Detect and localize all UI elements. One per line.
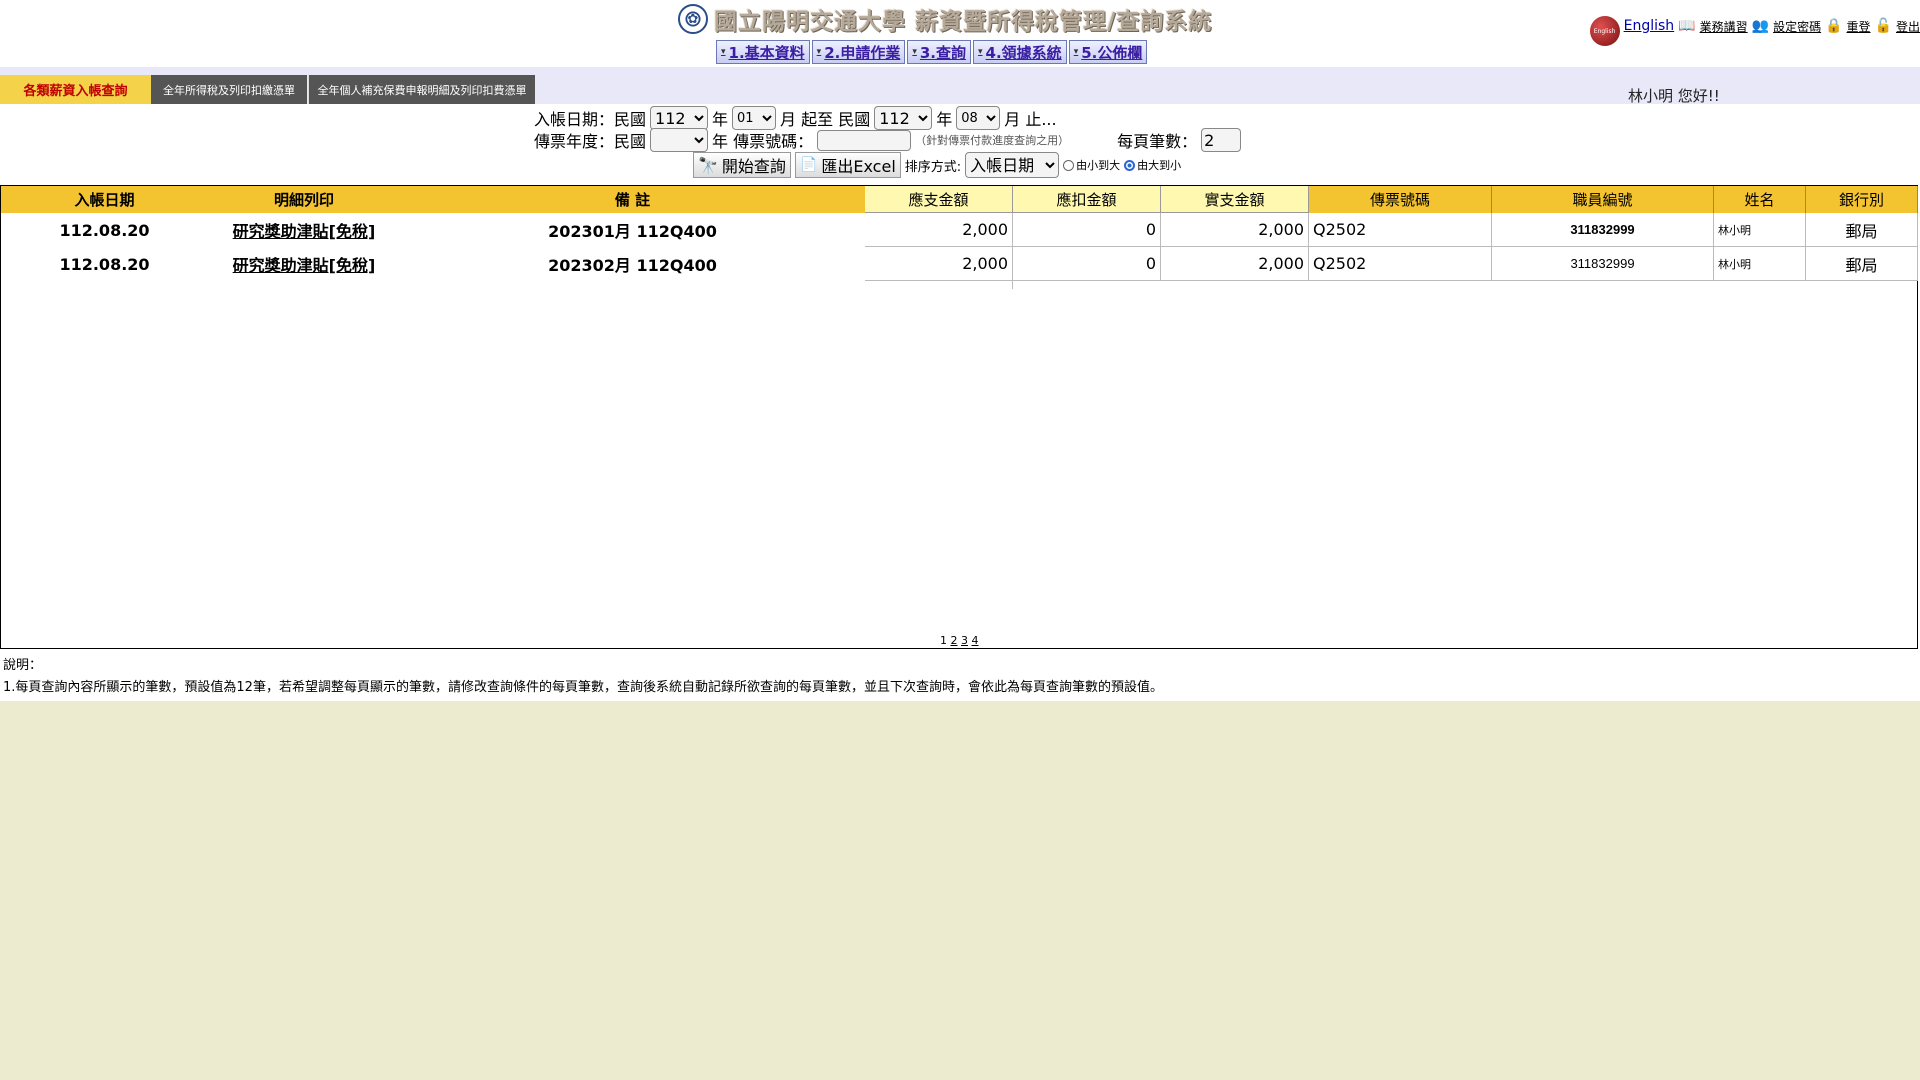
voucher-year-label: 傳票年度：民國 bbox=[534, 132, 647, 151]
main-nav: ▾ 1.基本資料 ▾ 2.申請作業 ▾ 3.查詢 ▾ 4.領據系統 ▾ 5.公佈欄 bbox=[716, 40, 1148, 64]
voucher-year-select[interactable] bbox=[650, 128, 709, 152]
nav-basic-info[interactable]: ▾ 1.基本資料 bbox=[716, 40, 810, 64]
sort-desc-radio[interactable]: 由大到小 bbox=[1124, 157, 1181, 173]
user-greeting: 林小明 您好!! bbox=[1628, 87, 1720, 105]
pager-link-4[interactable]: 4 bbox=[972, 634, 979, 647]
col-header-bank: 銀行別 bbox=[1806, 186, 1918, 213]
year-label-2: 年 bbox=[936, 110, 953, 129]
pager: 1 2 3 4 bbox=[940, 634, 979, 647]
to-year-select[interactable]: 112 bbox=[874, 106, 933, 130]
voucher-row: 傳票年度：民國 年 傳票號碼： （針對傳票付款進度查詢之用） 每頁筆數： bbox=[534, 128, 1242, 152]
table-row-staff-id: 311832999 bbox=[1492, 213, 1714, 247]
column-divider bbox=[1012, 281, 1013, 289]
chevron-down-icon: ▾ bbox=[721, 47, 726, 57]
col-header-actual: 實支金額 bbox=[1161, 186, 1309, 213]
system-title: ✿ 國立陽明交通大學 薪資暨所得稅管理/查詢系統 bbox=[678, 4, 1213, 35]
month-to-label: 月 起至 民國 bbox=[780, 110, 871, 129]
book-icon: 📖 bbox=[1678, 18, 1696, 34]
unlock-icon: 🔓 bbox=[1874, 18, 1892, 34]
notes-title: 說明： bbox=[3, 658, 43, 673]
tab-supplementary-premium[interactable]: 全年個人補充保費申報明細及列印扣費憑單 bbox=[308, 75, 535, 104]
nav-application[interactable]: ▾ 2.申請作業 bbox=[811, 40, 906, 64]
export-excel-button[interactable]: 📄 匯出Excel bbox=[794, 152, 901, 178]
nav-query[interactable]: ▾ 3.查詢 bbox=[907, 40, 972, 64]
col-header-staff-id: 職員編號 bbox=[1492, 186, 1714, 213]
notes-line-1: 1.每頁查詢內容所顯示的筆數，預設值為12筆，若希望調整每頁顯示的筆數，請修改查… bbox=[3, 680, 1163, 695]
year-label: 年 bbox=[712, 110, 729, 129]
university-logo-icon: ✿ bbox=[678, 4, 708, 34]
entry-date-row: 入帳日期：民國 112 年 01 月 起至 民國 112 年 08 月 止... bbox=[534, 106, 1057, 130]
col-header-voucher: 傳票號碼 bbox=[1309, 186, 1492, 213]
table-row-bank: 郵局 bbox=[1806, 213, 1918, 247]
lock-icon: 🔒 bbox=[1825, 18, 1843, 34]
table-row-staff-id: 311832999 bbox=[1492, 247, 1714, 281]
to-month-select[interactable]: 08 bbox=[956, 106, 1001, 130]
table-row-payable: 2,000 bbox=[865, 213, 1013, 247]
chevron-down-icon: ▾ bbox=[816, 47, 822, 57]
table-row-name: 林小明 bbox=[1714, 213, 1806, 247]
col-header-payable: 應支金額 bbox=[865, 186, 1013, 213]
table-row-name: 林小明 bbox=[1714, 247, 1806, 281]
system-title-text: 國立陽明交通大學 薪資暨所得稅管理/查詢系統 bbox=[714, 9, 1213, 35]
chevron-down-icon: ▾ bbox=[978, 47, 983, 57]
notes: 說明： 1.每頁查詢內容所顯示的筆數，預設值為12筆，若希望調整每頁顯示的筆數，… bbox=[3, 655, 1163, 699]
sort-by-select[interactable]: 入帳日期 bbox=[965, 152, 1060, 178]
col-header-detail: 明細列印 bbox=[208, 186, 400, 213]
table-row-bank: 郵局 bbox=[1806, 247, 1918, 281]
col-header-date: 入帳日期 bbox=[1, 186, 208, 213]
voucher-no-label: 年 傳票號碼： bbox=[712, 132, 814, 151]
pager-current: 1 bbox=[940, 634, 947, 647]
top-header: ✿ 國立陽明交通大學 薪資暨所得稅管理/查詢系統 English English… bbox=[0, 0, 1920, 67]
table-row-actual: 2,000 bbox=[1161, 213, 1309, 247]
voucher-hint: （針對傳票付款進度查詢之用） bbox=[915, 134, 1070, 147]
table-row-deduct: 0 bbox=[1013, 213, 1161, 247]
col-header-note: 備 註 bbox=[400, 186, 865, 213]
tab-salary-query[interactable]: 各類薪資入帳查詢 bbox=[0, 75, 151, 104]
logout-link[interactable]: 登出 bbox=[1896, 18, 1920, 35]
table-row-actual: 2,000 bbox=[1161, 247, 1309, 281]
training-link[interactable]: 業務講習 bbox=[1700, 18, 1748, 35]
voucher-no-input[interactable] bbox=[817, 129, 912, 151]
month-end-label: 月 止... bbox=[1004, 110, 1057, 129]
table-row-detail-link[interactable]: 研究獎助津貼[免稅] bbox=[208, 213, 400, 247]
from-year-select[interactable]: 112 bbox=[650, 106, 709, 130]
users-icon: 👥 bbox=[1751, 18, 1770, 34]
pager-link-2[interactable]: 2 bbox=[951, 634, 958, 647]
radio-on-icon bbox=[1124, 159, 1136, 171]
pager-link-3[interactable]: 3 bbox=[961, 634, 968, 647]
table-row-payable: 2,000 bbox=[865, 247, 1013, 281]
table-row-voucher: Q2502 bbox=[1309, 247, 1492, 281]
entry-date-label: 入帳日期：民國 bbox=[534, 110, 647, 129]
search-button[interactable]: 🔭 開始查詢 bbox=[693, 152, 791, 178]
set-password-link[interactable]: 設定密碼 bbox=[1773, 18, 1821, 35]
col-header-name: 姓名 bbox=[1714, 186, 1806, 213]
table-row-deduct: 0 bbox=[1013, 247, 1161, 281]
per-page-label: 每頁筆數： bbox=[1117, 132, 1198, 151]
chevron-down-icon: ▾ bbox=[912, 47, 917, 57]
table-row-date: 112.08.20 bbox=[59, 220, 150, 240]
binoculars-icon: 🔭 bbox=[698, 155, 718, 175]
chevron-down-icon: ▾ bbox=[1073, 47, 1079, 57]
radio-off-icon bbox=[1063, 159, 1075, 171]
table-row-note: 202302月 112Q400 bbox=[548, 256, 717, 275]
sort-label: 排序方式: bbox=[904, 159, 962, 175]
sort-asc-radio[interactable]: 由小到大 bbox=[1063, 157, 1120, 173]
table-row-voucher: Q2502 bbox=[1309, 213, 1492, 247]
nav-receipt-system[interactable]: ▾ 4.領據系統 bbox=[973, 40, 1067, 64]
main-content: 入帳日期：民國 112 年 01 月 起至 民國 112 年 08 月 止...… bbox=[0, 104, 1920, 701]
col-header-deduct: 應扣金額 bbox=[1013, 186, 1161, 213]
table-row-note: 202301月 112Q400 bbox=[548, 222, 717, 241]
nav-bulletin[interactable]: ▾ 5.公佈欄 bbox=[1068, 40, 1148, 64]
english-link[interactable]: English bbox=[1624, 18, 1675, 34]
top-links: English English 📖 業務講習 👥 設定密碼 🔒 重登 🔓 登出 bbox=[1589, 6, 1920, 46]
table-row-date: 112.08.20 bbox=[59, 254, 150, 274]
relogin-link[interactable]: 重登 bbox=[1847, 18, 1871, 35]
english-badge-icon[interactable]: English bbox=[1589, 16, 1620, 46]
table-row-detail-link[interactable]: 研究獎助津貼[免稅] bbox=[208, 247, 400, 281]
from-month-select[interactable]: 01 bbox=[732, 106, 777, 130]
per-page-input[interactable] bbox=[1201, 128, 1242, 152]
tab-annual-tax[interactable]: 全年所得稅及列印扣繳憑單 bbox=[151, 75, 307, 104]
excel-icon: 📄 bbox=[799, 157, 818, 173]
action-row: 🔭 開始查詢 📄 匯出Excel 排序方式: 入帳日期 由小到大 由大到小 bbox=[693, 152, 1181, 178]
